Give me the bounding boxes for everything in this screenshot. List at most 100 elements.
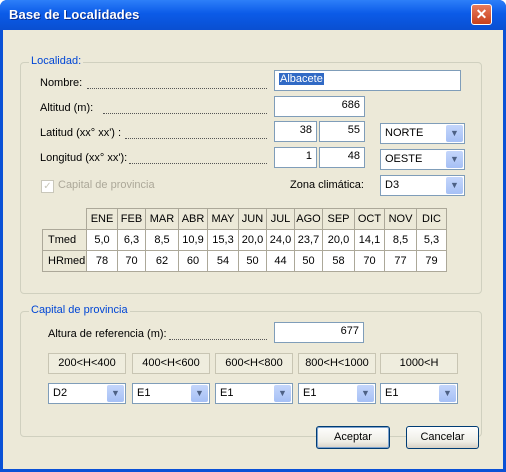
title-bar[interactable]: Base de Localidades ✕ <box>0 0 506 30</box>
chevron-down-icon[interactable]: ▼ <box>107 385 124 402</box>
tmed-cell[interactable]: 24,0 <box>266 229 295 251</box>
range-label: 600<H<800 <box>215 353 293 374</box>
tmed-cell[interactable]: 5,3 <box>416 229 447 251</box>
chevron-down-icon[interactable]: ▼ <box>274 385 291 402</box>
monthly-data-table: ENE FEB MAR ABR MAY JUN JUL AGO SEP OCT … <box>42 208 447 272</box>
latitud-direction-select[interactable]: NORTE ▼ <box>380 123 465 144</box>
chevron-down-icon[interactable]: ▼ <box>446 151 463 168</box>
zone-select[interactable]: E1 ▼ <box>132 383 210 404</box>
month-header: SEP <box>322 208 355 230</box>
chevron-down-icon[interactable]: ▼ <box>446 177 463 194</box>
hrmed-cell[interactable]: 60 <box>178 250 208 272</box>
range-label: 1000<H <box>380 353 458 374</box>
tmed-cell[interactable]: 6,3 <box>117 229 146 251</box>
latitud-leader <box>125 138 267 139</box>
tmed-cell[interactable]: 8,5 <box>384 229 417 251</box>
row-label: HRmed <box>42 250 87 272</box>
tmed-row: Tmed 5,0 6,3 8,5 10,9 15,3 20,0 24,0 23,… <box>42 229 447 251</box>
capital-group-label: Capital de provincia <box>29 304 130 316</box>
altura-leader <box>169 339 267 340</box>
check-icon: ✓ <box>43 181 52 192</box>
chevron-down-icon[interactable]: ▼ <box>357 385 374 402</box>
month-header: AGO <box>294 208 323 230</box>
tmed-cell[interactable]: 8,5 <box>145 229 179 251</box>
longitud-min-input[interactable]: 48 <box>319 147 365 168</box>
accept-button[interactable]: Aceptar <box>316 426 390 449</box>
month-header: FEB <box>117 208 146 230</box>
chevron-down-icon[interactable]: ▼ <box>191 385 208 402</box>
chevron-down-icon[interactable]: ▼ <box>439 385 456 402</box>
capital-checkbox[interactable]: ✓ <box>41 180 54 193</box>
window-title: Base de Localidades <box>9 7 140 22</box>
longitud-leader <box>129 163 267 164</box>
latitud-label: Latitud (xx° xx') : <box>40 127 122 139</box>
nombre-input[interactable]: Albacete <box>274 70 461 91</box>
zone-select-value: D2 <box>53 387 68 399</box>
tmed-cell[interactable]: 10,9 <box>178 229 208 251</box>
latitud-direction-value: NORTE <box>385 127 424 139</box>
hrmed-cell[interactable]: 54 <box>207 250 239 272</box>
tmed-cell[interactable]: 20,0 <box>322 229 355 251</box>
zone-select[interactable]: E1 ▼ <box>298 383 376 404</box>
nombre-value: Albacete <box>279 73 324 85</box>
zone-select[interactable]: E1 ▼ <box>380 383 458 404</box>
hrmed-cell[interactable]: 70 <box>117 250 146 272</box>
tmed-cell[interactable]: 15,3 <box>207 229 239 251</box>
tmed-cell[interactable]: 5,0 <box>86 229 118 251</box>
longitud-direction-value: OESTE <box>385 153 423 165</box>
tmed-cell[interactable]: 23,7 <box>294 229 323 251</box>
month-header: NOV <box>384 208 417 230</box>
longitud-direction-select[interactable]: OESTE ▼ <box>380 149 465 170</box>
month-header: JUN <box>238 208 267 230</box>
altura-label: Altura de referencia (m): <box>48 328 167 340</box>
month-header: JUL <box>266 208 295 230</box>
altitud-input[interactable]: 686 <box>274 96 365 117</box>
nombre-label: Nombre: <box>40 77 83 89</box>
range-label: 800<H<1000 <box>298 353 376 374</box>
hrmed-cell[interactable]: 44 <box>266 250 295 272</box>
longitud-deg-input[interactable]: 1 <box>274 147 317 168</box>
hrmed-cell[interactable]: 79 <box>416 250 447 272</box>
month-header: OCT <box>354 208 385 230</box>
altura-input[interactable]: 677 <box>274 322 364 343</box>
cancel-button[interactable]: Cancelar <box>406 426 479 449</box>
hrmed-cell[interactable]: 50 <box>294 250 323 272</box>
zone-select-value: E1 <box>220 387 234 399</box>
altitud-label: Altitud (m): <box>40 102 94 114</box>
capital-checkbox-label: Capital de provincia <box>58 179 155 191</box>
close-icon: ✕ <box>475 6 488 22</box>
month-header: ABR <box>178 208 208 230</box>
hrmed-cell[interactable]: 70 <box>354 250 385 272</box>
tmed-cell[interactable]: 14,1 <box>354 229 385 251</box>
zona-select[interactable]: D3 ▼ <box>380 175 465 196</box>
month-header: ENE <box>86 208 118 230</box>
hrmed-cell[interactable]: 62 <box>145 250 179 272</box>
hrmed-row: HRmed 78 70 62 60 54 50 44 50 58 70 77 7… <box>42 250 447 272</box>
tmed-cell[interactable]: 20,0 <box>238 229 267 251</box>
zone-select-value: E1 <box>137 387 151 399</box>
nombre-leader <box>87 88 267 89</box>
zone-select[interactable]: D2 ▼ <box>48 383 126 404</box>
range-label: 400<H<600 <box>132 353 210 374</box>
hrmed-cell[interactable]: 50 <box>238 250 267 272</box>
localidad-group-label: Localidad: <box>29 55 84 67</box>
latitud-deg-input[interactable]: 38 <box>274 121 317 142</box>
range-label: 200<H<400 <box>48 353 126 374</box>
dialog-body: Localidad: Nombre: Albacete Altitud (m):… <box>3 30 503 469</box>
row-label: Tmed <box>42 229 87 251</box>
dialog-window: Base de Localidades ✕ Localidad: Nombre:… <box>0 0 506 472</box>
longitud-label: Longitud (xx° xx'): <box>40 152 128 164</box>
chevron-down-icon[interactable]: ▼ <box>446 125 463 142</box>
hrmed-cell[interactable]: 58 <box>322 250 355 272</box>
hrmed-cell[interactable]: 77 <box>384 250 417 272</box>
months-header-row: ENE FEB MAR ABR MAY JUN JUL AGO SEP OCT … <box>43 208 447 230</box>
zone-select-value: E1 <box>303 387 317 399</box>
month-header: DIC <box>416 208 447 230</box>
close-button[interactable]: ✕ <box>471 4 492 25</box>
zone-select-value: E1 <box>385 387 399 399</box>
zone-select[interactable]: E1 ▼ <box>215 383 293 404</box>
hrmed-cell[interactable]: 78 <box>86 250 118 272</box>
zona-label: Zona climática: <box>290 179 364 191</box>
latitud-min-input[interactable]: 55 <box>319 121 365 142</box>
zona-value: D3 <box>385 179 400 191</box>
